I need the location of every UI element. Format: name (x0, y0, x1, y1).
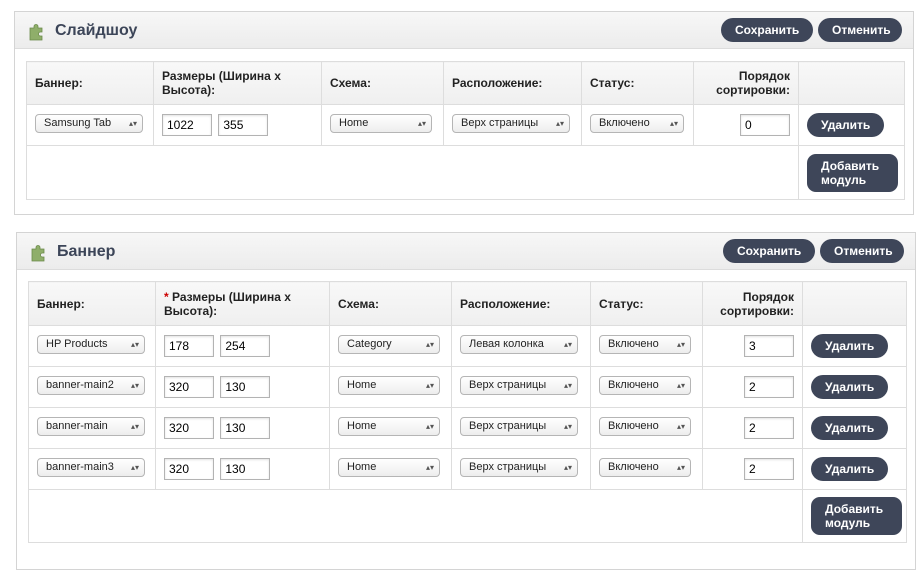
position-select[interactable]: Верх страницы ▴▾ (460, 376, 578, 395)
puzzle-icon (31, 245, 45, 262)
header-status: Статус: (590, 281, 703, 326)
banner-select[interactable]: banner-main2 ▴▾ (37, 376, 145, 395)
header-position: Расположение: (443, 61, 582, 105)
delete-button[interactable]: Удалить (811, 334, 888, 358)
select-arrows-icon: ▴▾ (555, 119, 564, 128)
slideshow-title: Слайдшоу (55, 22, 138, 39)
select-arrows-icon: ▴▾ (417, 119, 426, 128)
status-select[interactable]: Включено ▴▾ (599, 335, 691, 354)
select-arrows-icon: ▴▾ (130, 340, 139, 349)
slideshow-panel: Слайдшоу Сохранить Отменить Баннер: Разм… (14, 11, 914, 215)
slideshow-cancel-button[interactable]: Отменить (818, 18, 902, 42)
select-arrows-icon: ▴▾ (425, 463, 434, 472)
position-select[interactable]: Верх страницы ▴▾ (460, 417, 578, 436)
height-input[interactable] (220, 417, 271, 439)
layout-select[interactable]: Home ▴▾ (338, 458, 440, 477)
select-arrows-icon: ▴▾ (130, 422, 139, 431)
layout-select[interactable]: Home ▴▾ (330, 114, 432, 133)
sort-order-input[interactable] (744, 335, 794, 357)
table-row: HP Products▴▾ Category▴▾ Левая колонка▴▾… (28, 325, 907, 367)
banner-cancel-button[interactable]: Отменить (820, 239, 904, 263)
header-sort-order: Порядок сортировки: (693, 61, 799, 105)
slideshow-save-button[interactable]: Сохранить (721, 18, 813, 42)
slideshow-table: Баннер: Размеры (Ширина x Высота): Схема… (26, 61, 905, 200)
required-mark: * (164, 289, 169, 304)
width-input[interactable] (164, 417, 214, 439)
add-module-button[interactable]: Добавить модуль (811, 497, 902, 535)
banner-select[interactable]: HP Products ▴▾ (37, 335, 145, 354)
select-arrows-icon: ▴▾ (130, 381, 139, 390)
empty-footer-cell (26, 145, 799, 200)
slideshow-panel-header: Слайдшоу Сохранить Отменить (15, 12, 913, 49)
sort-order-input[interactable] (744, 417, 794, 439)
table-row: Samsung Tab▴▾ Home▴▾ Верх страницы▴▾ Вкл… (26, 104, 905, 146)
layout-select[interactable]: Category ▴▾ (338, 335, 440, 354)
delete-button[interactable]: Удалить (807, 113, 884, 137)
table-row: banner-main2▴▾ Home▴▾ Верх страницы▴▾ Вк… (28, 366, 907, 408)
select-arrows-icon: ▴▾ (676, 340, 685, 349)
select-arrows-icon: ▴▾ (128, 119, 137, 128)
sort-order-input[interactable] (744, 376, 794, 398)
header-banner: Баннер: (28, 281, 156, 326)
header-dimensions: * Размеры (Ширина x Высота): (155, 281, 330, 326)
delete-button[interactable]: Удалить (811, 457, 888, 481)
empty-footer-cell (28, 489, 803, 543)
header-layout: Схема: (329, 281, 452, 326)
header-sort-order: Порядок сортировки: (702, 281, 803, 326)
height-input[interactable] (220, 335, 271, 357)
header-actions (798, 61, 905, 105)
puzzle-icon (29, 24, 43, 41)
select-arrows-icon: ▴▾ (563, 381, 572, 390)
select-arrows-icon: ▴▾ (563, 463, 572, 472)
select-arrows-icon: ▴▾ (669, 119, 678, 128)
banner-title: Баннер (57, 243, 116, 260)
status-select[interactable]: Включено ▴▾ (599, 417, 691, 436)
header-position: Расположение: (451, 281, 591, 326)
delete-button[interactable]: Удалить (811, 416, 888, 440)
select-arrows-icon: ▴▾ (130, 463, 139, 472)
status-select[interactable]: Включено ▴▾ (599, 458, 691, 477)
position-select[interactable]: Левая колонка ▴▾ (460, 335, 578, 354)
select-arrows-icon: ▴▾ (425, 340, 434, 349)
table-row: banner-main3▴▾ Home▴▾ Верх страницы▴▾ Вк… (28, 448, 907, 490)
width-input[interactable] (164, 335, 214, 357)
delete-button[interactable]: Удалить (811, 375, 888, 399)
height-input[interactable] (220, 376, 271, 398)
select-arrows-icon: ▴▾ (676, 381, 685, 390)
select-arrows-icon: ▴▾ (425, 381, 434, 390)
header-dimensions: Размеры (Ширина x Высота): (153, 61, 322, 105)
select-arrows-icon: ▴▾ (563, 340, 572, 349)
banner-select[interactable]: banner-main3 ▴▾ (37, 458, 145, 477)
banner-select[interactable]: Samsung Tab ▴▾ (35, 114, 143, 133)
layout-select[interactable]: Home ▴▾ (338, 417, 440, 436)
select-arrows-icon: ▴▾ (676, 422, 685, 431)
header-banner: Баннер: (26, 61, 154, 105)
banner-panel-header: Баннер Сохранить Отменить (17, 233, 915, 270)
banner-select[interactable]: banner-main ▴▾ (37, 417, 145, 436)
add-module-button[interactable]: Добавить модуль (807, 153, 898, 192)
status-select[interactable]: Включено ▴▾ (590, 114, 684, 133)
banner-panel: Баннер Сохранить Отменить Баннер: * Разм… (16, 232, 916, 570)
status-select[interactable]: Включено ▴▾ (599, 376, 691, 395)
sort-order-input[interactable] (744, 458, 794, 480)
select-arrows-icon: ▴▾ (425, 422, 434, 431)
table-row: banner-main▴▾ Home▴▾ Верх страницы▴▾ Вкл… (28, 407, 907, 449)
position-select[interactable]: Верх страницы ▴▾ (460, 458, 578, 477)
select-arrows-icon: ▴▾ (563, 422, 572, 431)
banner-table: Баннер: * Размеры (Ширина x Высота): Схе… (28, 281, 907, 543)
sort-order-input[interactable] (740, 114, 790, 136)
width-input[interactable] (164, 376, 214, 398)
header-status: Статус: (581, 61, 694, 105)
layout-select[interactable]: Home ▴▾ (338, 376, 440, 395)
header-layout: Схема: (321, 61, 444, 105)
header-actions (802, 281, 907, 326)
height-input[interactable] (218, 114, 269, 136)
select-arrows-icon: ▴▾ (676, 463, 685, 472)
banner-save-button[interactable]: Сохранить (723, 239, 815, 263)
width-input[interactable] (164, 458, 214, 480)
height-input[interactable] (220, 458, 271, 480)
position-select[interactable]: Верх страницы ▴▾ (452, 114, 570, 133)
width-input[interactable] (162, 114, 212, 136)
